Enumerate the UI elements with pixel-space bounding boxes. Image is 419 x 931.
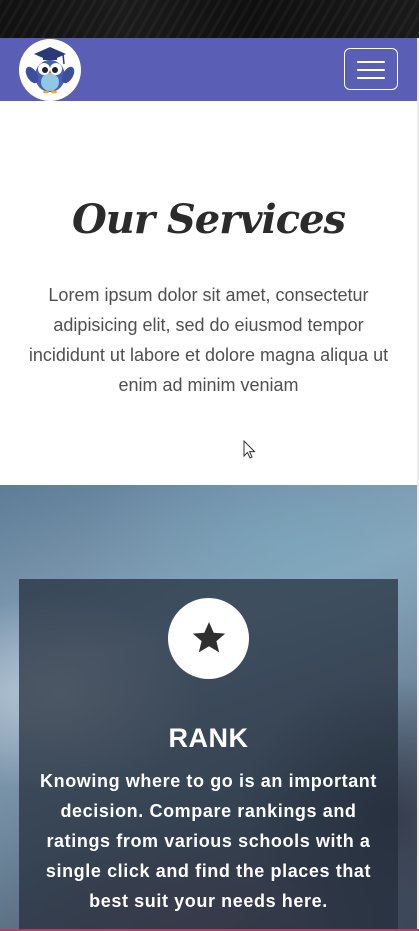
menu-toggle-button[interactable] (344, 48, 398, 90)
service-icon-circle (168, 598, 249, 679)
services-section: RANK Knowing where to go is an important… (0, 485, 417, 931)
section-title: Our Services (71, 196, 346, 243)
intro-section: Our Services Lorem ipsum dolor sit amet,… (0, 101, 417, 485)
navbar (0, 38, 417, 101)
hero-image-strip (0, 0, 419, 38)
service-description: Knowing where to go is an important deci… (40, 771, 378, 911)
star-icon (192, 622, 226, 653)
owl-graduate-icon (25, 47, 75, 94)
mouse-cursor-icon (243, 440, 256, 459)
service-title: RANK (168, 723, 249, 753)
section-description: Lorem ipsum dolor sit amet, consectetur … (28, 285, 389, 395)
hamburger-icon (357, 61, 385, 79)
logo-link[interactable] (19, 39, 81, 101)
